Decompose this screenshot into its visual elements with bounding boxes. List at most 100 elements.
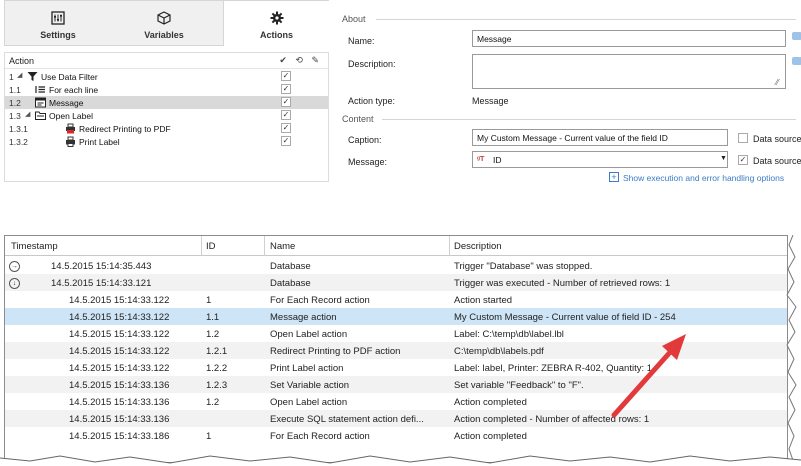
tree-item-label: For each line bbox=[49, 85, 99, 95]
tab-variables[interactable]: Variables bbox=[111, 1, 217, 46]
action-column-header: Action bbox=[9, 56, 35, 66]
collapse-arrow-icon[interactable]: ◢ bbox=[17, 71, 22, 79]
torn-edge-right bbox=[783, 235, 801, 466]
log-cell-name: Set Variable action bbox=[270, 380, 350, 391]
log-row[interactable]: 14.5.2015 15:14:33.122 1.2 Open Label acti… bbox=[5, 325, 787, 342]
log-table-header: Timestamp ID Name Description bbox=[5, 236, 787, 256]
log-cell-description: Set variable "Feedback" to "F". bbox=[454, 380, 584, 391]
message-dropdown[interactable]: ID bbox=[472, 151, 728, 168]
tree-item-label: Redirect Printing to PDF bbox=[79, 124, 171, 134]
tab-actions-label: Actions bbox=[259, 30, 293, 40]
tree-item-number: 1.3.2 bbox=[9, 137, 28, 147]
enabled-checkbox[interactable]: ✓ bbox=[281, 110, 291, 120]
actions-tree: Action ✔ ⟲ ✎ 1 ◢ Use Data Filter ✓ 1.1 F… bbox=[4, 52, 329, 182]
tree-item-redirect-printing-pdf[interactable]: 1.3.1 Redirect Printing to PDF ✓ bbox=[5, 122, 328, 135]
tree-item-message[interactable]: 1.2 Message ✓ bbox=[5, 96, 328, 109]
tree-item-number: 1.2 bbox=[9, 98, 21, 108]
log-cell-description: Action completed bbox=[454, 431, 527, 442]
message-icon bbox=[35, 97, 46, 108]
id-column-header[interactable]: ID bbox=[206, 241, 216, 252]
log-cell-name: Redirect Printing to PDF action bbox=[270, 346, 401, 357]
column-divider[interactable] bbox=[264, 236, 265, 256]
enabled-checkbox[interactable]: ✓ bbox=[281, 123, 291, 133]
tree-item-for-each-line[interactable]: 1.1 For each line ✓ bbox=[5, 83, 328, 96]
enabled-checkbox[interactable]: ✓ bbox=[281, 71, 291, 81]
log-cell-timestamp: 14.5.2015 15:14:35.443 bbox=[51, 261, 152, 272]
log-row[interactable]: 14.5.2015 15:14:33.136 Execute SQL statem… bbox=[5, 410, 787, 427]
log-cell-name: For Each Record action bbox=[270, 431, 370, 442]
log-row[interactable]: 14.5.2015 15:14:33.122 1.2.1 Redirect Prin… bbox=[5, 342, 787, 359]
log-row[interactable]: 14.5.2015 15:14:33.136 1.2.3 Set Variable … bbox=[5, 376, 787, 393]
log-cell-id: 1.2 bbox=[206, 397, 220, 408]
chevron-down-icon[interactable]: ▼ bbox=[720, 155, 727, 162]
log-row[interactable]: 14.5.2015 15:14:33.122 1.2.2 Print Label a… bbox=[5, 359, 787, 376]
about-section-title: About bbox=[342, 14, 366, 24]
filter-icon bbox=[27, 72, 38, 81]
enabled-checkbox[interactable]: ✓ bbox=[281, 136, 291, 146]
tree-item-open-label[interactable]: 1.3 ◢ Open Label ✓ bbox=[5, 109, 328, 122]
tab-actions[interactable]: Actions bbox=[223, 1, 329, 46]
enabled-checkbox[interactable]: ✓ bbox=[281, 97, 291, 107]
tree-item-number: 1 bbox=[9, 72, 14, 82]
tree-item-use-data-filter[interactable]: 1 ◢ Use Data Filter ✓ bbox=[5, 70, 328, 83]
printer-pdf-icon bbox=[66, 123, 75, 134]
log-cell-id: 1.2.1 bbox=[206, 346, 228, 357]
tree-header-icons: ✔ ⟲ ✎ bbox=[279, 55, 322, 65]
name-column-header[interactable]: Name bbox=[270, 241, 295, 252]
screenshot-root: { "tabs": [ {"label": "Settings", "icon"… bbox=[0, 0, 801, 466]
log-cell-description: C:\temp\db\labels.pdf bbox=[454, 346, 544, 357]
log-cell-name: Open Label action bbox=[270, 329, 348, 340]
log-row[interactable]: ↓ 14.5.2015 15:14:33.121 Database Trigger w… bbox=[5, 274, 787, 291]
tab-settings[interactable]: Settings bbox=[5, 1, 111, 46]
log-row[interactable]: 14.5.2015 15:14:33.122 1.1 Message action M… bbox=[5, 308, 787, 325]
log-cell-id: 1.2 bbox=[206, 329, 220, 340]
log-cell-name: Print Label action bbox=[270, 363, 344, 374]
show-execution-options-link[interactable]: Show execution and error handling option… bbox=[623, 173, 784, 183]
log-cell-timestamp: 14.5.2015 15:14:33.122 bbox=[69, 295, 170, 306]
content-divider bbox=[382, 119, 796, 120]
name-field[interactable]: Message bbox=[472, 30, 786, 47]
column-divider[interactable] bbox=[449, 236, 450, 256]
enabled-checkbox[interactable]: ✓ bbox=[281, 84, 291, 94]
expand-icon[interactable]: → bbox=[9, 261, 20, 272]
ribbon-tabs: Settings Variables Actions bbox=[4, 0, 329, 46]
action-type-value: Message bbox=[472, 96, 509, 106]
log-row[interactable]: 14.5.2015 15:14:33.122 1 For Each Record a… bbox=[5, 291, 787, 308]
column-divider[interactable] bbox=[201, 236, 202, 256]
tree-item-number: 1.1 bbox=[9, 85, 21, 95]
log-cell-id: 1.1 bbox=[206, 312, 220, 323]
log-cell-description: Label: C:\temp\db\label.lbl bbox=[454, 329, 564, 340]
log-cell-timestamp: 14.5.2015 15:14:33.121 bbox=[51, 278, 152, 289]
caption-field[interactable]: My Custom Message - Current value of the… bbox=[472, 129, 728, 146]
log-cell-description: Action completed - Number of affected ro… bbox=[454, 414, 650, 425]
tree-item-print-label[interactable]: 1.3.2 Print Label ✓ bbox=[5, 135, 328, 148]
action-type-label: Action type: bbox=[348, 96, 396, 106]
collapse-arrow-icon[interactable]: ◢ bbox=[25, 110, 30, 118]
message-data-source-label: Data source bbox=[753, 156, 801, 166]
log-cell-description: Action started bbox=[454, 295, 513, 306]
log-cell-timestamp: 14.5.2015 15:14:33.122 bbox=[69, 329, 170, 340]
cube-icon bbox=[157, 11, 171, 25]
message-dropdown-value: ID bbox=[493, 155, 502, 165]
log-cell-timestamp: 14.5.2015 15:14:33.136 bbox=[69, 414, 170, 425]
message-data-source-checkbox[interactable]: ✓ bbox=[738, 155, 748, 165]
timestamp-column-header[interactable]: Timestamp bbox=[11, 241, 58, 252]
info-icon[interactable] bbox=[792, 32, 801, 40]
log-row[interactable]: → 14.5.2015 15:14:35.443 Database Trigger "… bbox=[5, 257, 787, 274]
log-row[interactable]: 14.5.2015 15:14:33.186 1 For Each Record a… bbox=[5, 427, 787, 444]
expand-plus-icon[interactable]: + bbox=[609, 172, 619, 182]
log-row[interactable]: 14.5.2015 15:14:33.136 1.2 Open Label acti… bbox=[5, 393, 787, 410]
about-divider bbox=[376, 19, 796, 20]
log-cell-timestamp: 14.5.2015 15:14:33.122 bbox=[69, 312, 170, 323]
log-cell-description: My Custom Message - Current value of fie… bbox=[454, 312, 676, 323]
tab-variables-label: Variables bbox=[144, 30, 184, 40]
collapse-icon[interactable]: ↓ bbox=[9, 278, 20, 289]
description-field[interactable] bbox=[472, 54, 786, 89]
log-cell-name: Message action bbox=[270, 312, 337, 323]
description-label: Description: bbox=[348, 59, 396, 69]
info-icon[interactable] bbox=[792, 57, 801, 65]
description-column-header[interactable]: Description bbox=[454, 241, 502, 252]
caption-data-source-checkbox[interactable] bbox=[738, 133, 748, 143]
log-cell-name: Execute SQL statement action defi... bbox=[270, 414, 424, 425]
resize-grip-icon[interactable]: ⁄⁄ bbox=[776, 78, 779, 87]
